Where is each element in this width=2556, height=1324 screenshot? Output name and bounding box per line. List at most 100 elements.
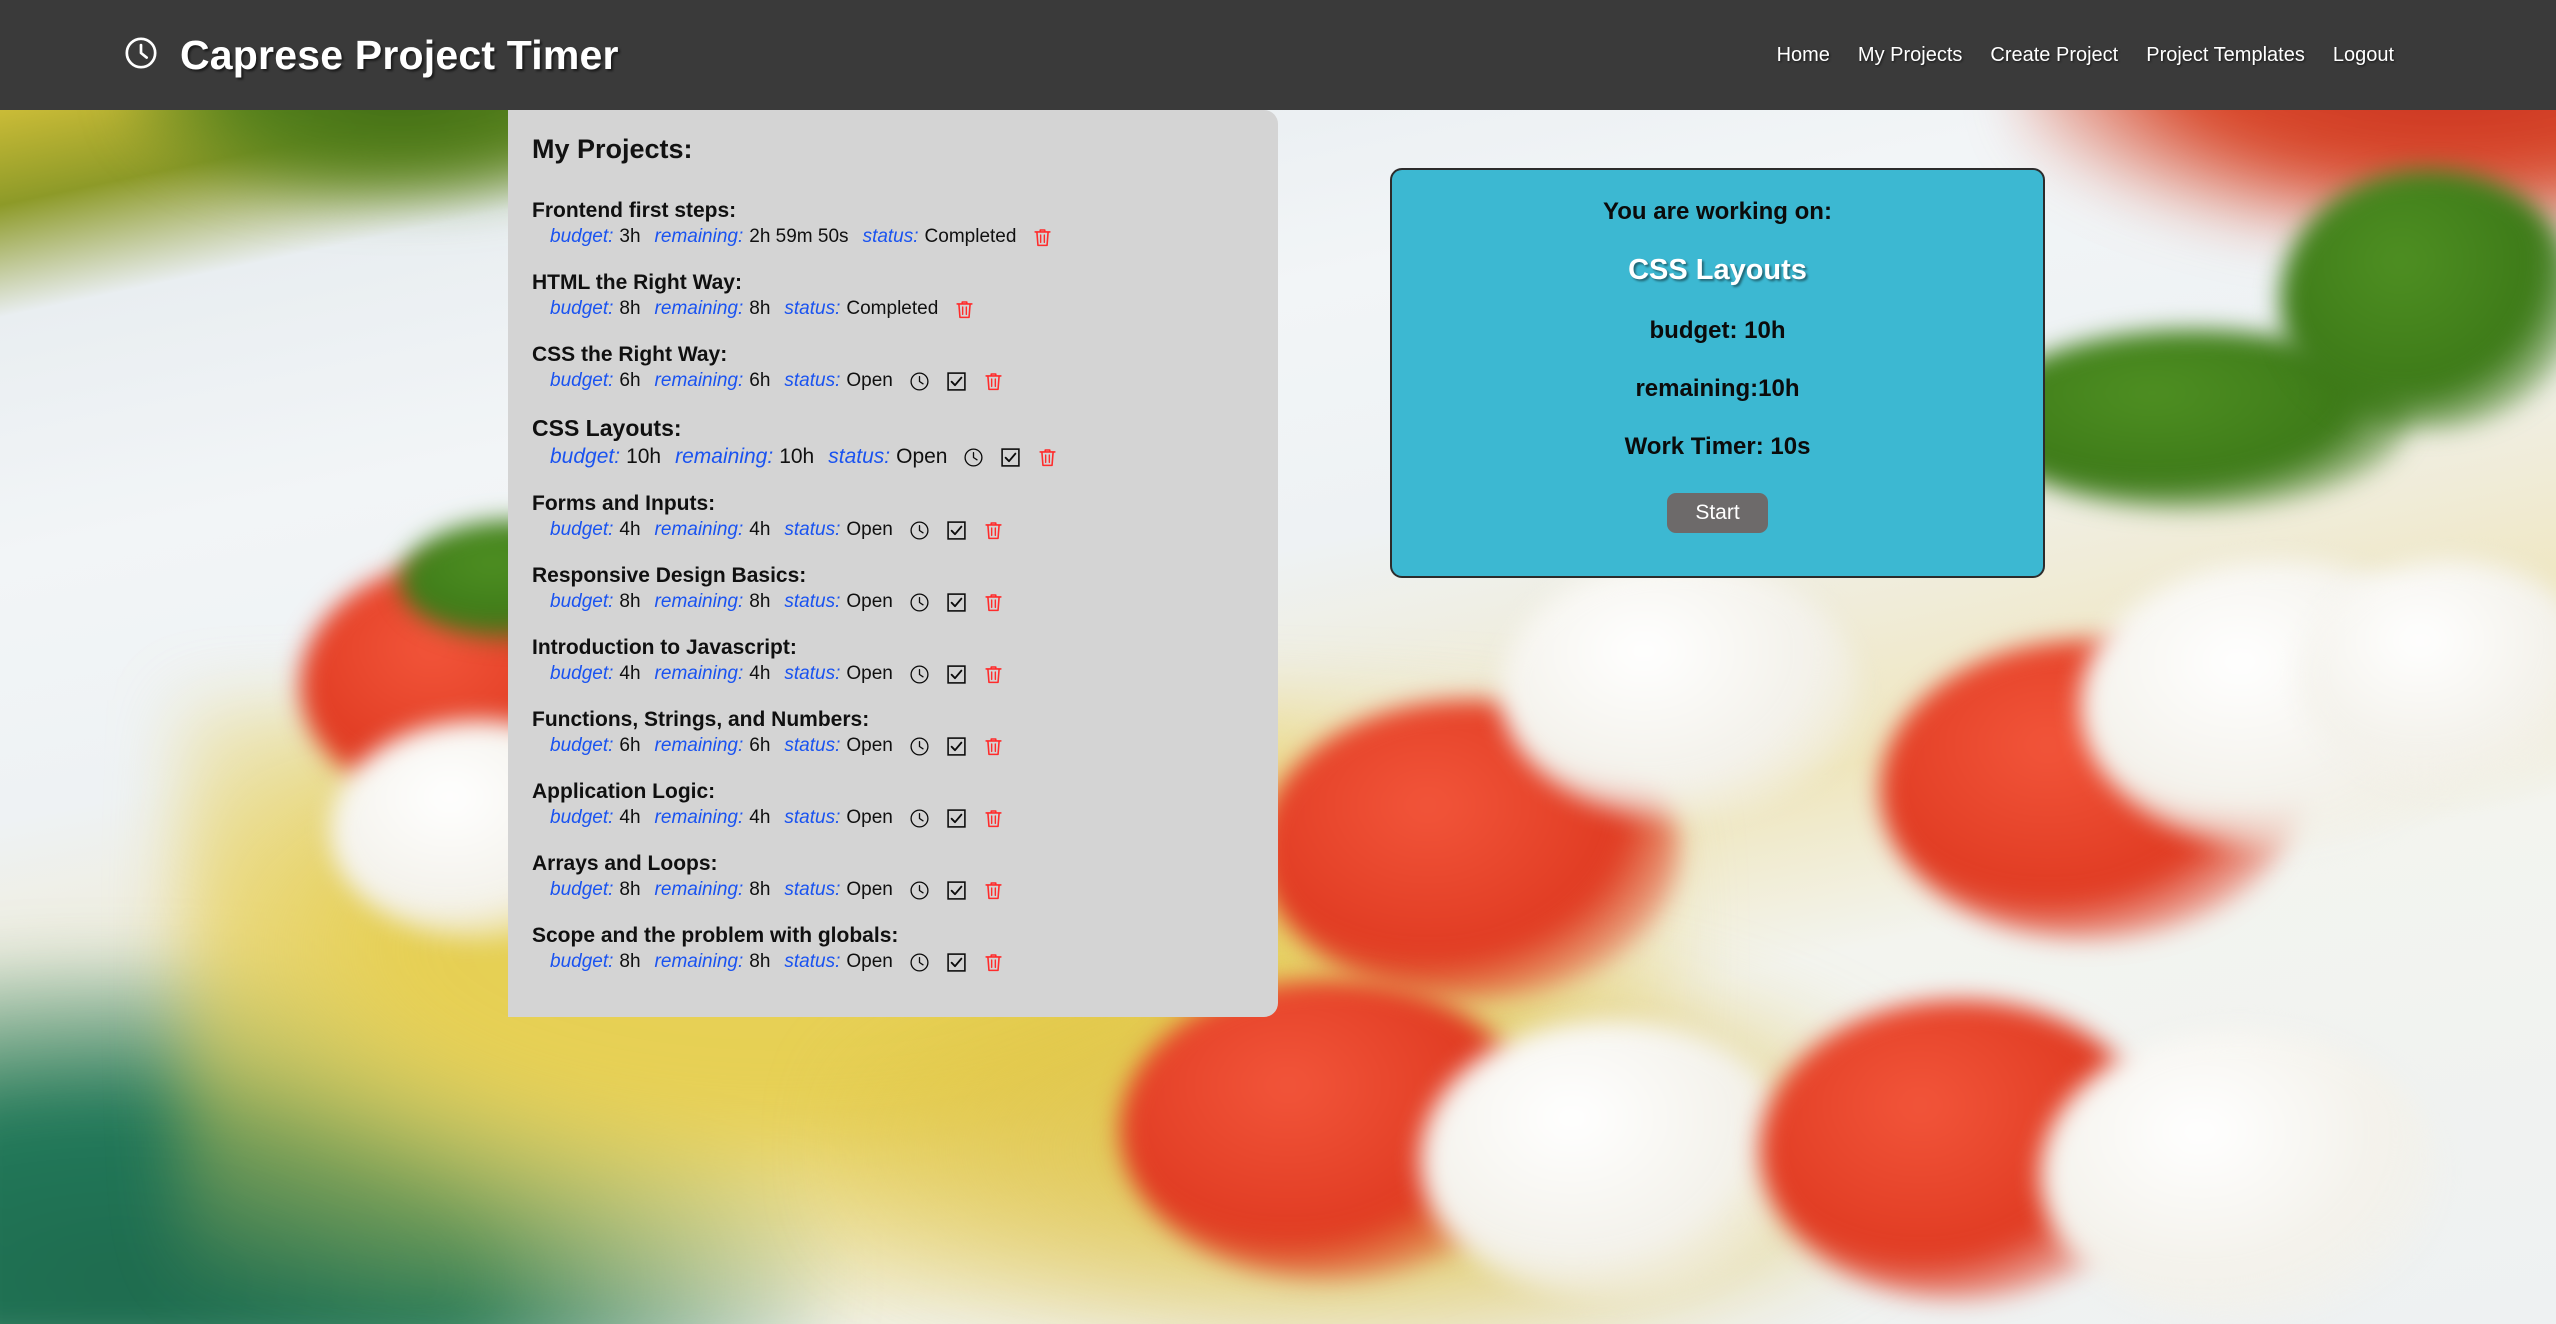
project-list-item[interactable]: Forms and Inputs: budget: 4h remaining: 4h st… xyxy=(532,492,1278,541)
top-navbar: Caprese Project Timer Home My Projects C… xyxy=(0,0,2556,110)
project-list-item[interactable]: Arrays and Loops: budget: 8h remaining: 8h st… xyxy=(532,852,1278,901)
nav-link-create-project[interactable]: Create Project xyxy=(1976,38,2132,73)
budget-label: budget: xyxy=(550,663,614,684)
remaining-label: remaining: xyxy=(654,519,744,540)
project-list-item[interactable]: Introduction to Javascript: budget: 4h rema… xyxy=(532,636,1278,685)
project-name: HTML the Right Way: xyxy=(532,271,742,294)
timer-icon[interactable] xyxy=(909,952,930,973)
nav-links: Home My Projects Create Project Project … xyxy=(1763,38,2408,73)
status-value: Open xyxy=(846,735,893,756)
complete-project-icon[interactable] xyxy=(946,592,967,613)
background-mozzarella-slice xyxy=(1500,560,1860,820)
project-meta: budget: 8h remaining: 8h status: Open xyxy=(550,879,1278,901)
delete-project-icon[interactable] xyxy=(954,299,975,320)
timer-icon[interactable] xyxy=(963,447,984,468)
project-name: CSS the Right Way: xyxy=(532,343,728,366)
delete-project-icon[interactable] xyxy=(983,664,1004,685)
start-timer-button[interactable]: Start xyxy=(1667,493,1768,533)
timer-icon[interactable] xyxy=(909,520,930,541)
background-mozzarella-slice xyxy=(2040,1030,2440,1320)
timer-icon[interactable] xyxy=(909,371,930,392)
status-value: Open xyxy=(846,663,893,684)
project-list-item[interactable]: Functions, Strings, and Numbers: budget: 6… xyxy=(532,708,1278,757)
budget-value: 4h xyxy=(619,807,641,828)
status-value: Open xyxy=(896,445,948,468)
timer-icon[interactable] xyxy=(909,664,930,685)
project-list-item[interactable]: CSS Layouts: budget: 10h remaining: 10h statu… xyxy=(532,415,1278,469)
remaining-value: 4h xyxy=(749,807,771,828)
project-name: Arrays and Loops: xyxy=(532,852,718,875)
remaining-value: 8h xyxy=(749,879,771,900)
nav-link-logout[interactable]: Logout xyxy=(2319,38,2408,73)
project-meta: budget: 4h remaining: 4h status: Open xyxy=(550,663,1278,685)
remaining-label: remaining: xyxy=(675,445,774,468)
status-value: Open xyxy=(846,807,893,828)
delete-project-icon[interactable] xyxy=(983,736,1004,757)
project-meta: budget: 8h remaining: 8h status: Completed xyxy=(550,298,1278,320)
nav-link-my-projects[interactable]: My Projects xyxy=(1844,38,1976,73)
project-row-actions xyxy=(909,880,1004,901)
working-on-panel: You are working on: CSS Layouts budget: … xyxy=(1390,168,2045,578)
timer-icon[interactable] xyxy=(909,880,930,901)
delete-project-icon[interactable] xyxy=(983,808,1004,829)
timer-icon[interactable] xyxy=(909,808,930,829)
complete-project-icon[interactable] xyxy=(946,808,967,829)
working-on-budget: budget: 10h xyxy=(1649,317,1786,344)
remaining-value: 6h xyxy=(749,735,771,756)
remaining-value: 10h xyxy=(779,445,815,468)
complete-project-icon[interactable] xyxy=(946,371,967,392)
complete-project-icon[interactable] xyxy=(946,520,967,541)
complete-project-icon[interactable] xyxy=(946,736,967,757)
working-on-project: CSS Layouts xyxy=(1628,254,1807,286)
remaining-label: remaining: xyxy=(654,879,744,900)
project-name: Application Logic: xyxy=(532,780,716,803)
budget-value: 8h xyxy=(619,951,641,972)
delete-project-icon[interactable] xyxy=(983,520,1004,541)
budget-value: 8h xyxy=(619,591,641,612)
working-on-heading: You are working on: xyxy=(1603,198,1832,225)
project-name: Responsive Design Basics: xyxy=(532,564,807,587)
project-list-item[interactable]: Responsive Design Basics: budget: 8h remain… xyxy=(532,564,1278,613)
project-list-item[interactable]: Frontend first steps: budget: 3h remaining:… xyxy=(532,199,1278,248)
remaining-value: 4h xyxy=(749,519,771,540)
project-list-item[interactable]: HTML the Right Way: budget: 8h remaining: 8h… xyxy=(532,271,1278,320)
timer-icon[interactable] xyxy=(909,592,930,613)
background-mozzarella-slice xyxy=(1420,1020,1800,1300)
project-row-actions xyxy=(909,808,1004,829)
project-meta: budget: 3h remaining: 2h 59m 50s status: Comp… xyxy=(550,226,1278,248)
status-label: status: xyxy=(784,663,841,684)
delete-project-icon[interactable] xyxy=(1037,447,1058,468)
budget-value: 6h xyxy=(619,370,641,391)
status-label: status: xyxy=(784,370,841,391)
nav-link-project-templates[interactable]: Project Templates xyxy=(2132,38,2319,73)
budget-label: budget: xyxy=(550,591,614,612)
status-label: status: xyxy=(784,951,841,972)
delete-project-icon[interactable] xyxy=(983,592,1004,613)
project-list-item[interactable]: Scope and the problem with globals: budge… xyxy=(532,924,1278,973)
project-list-item[interactable]: Application Logic: budget: 4h remaining: 4h s… xyxy=(532,780,1278,829)
complete-project-icon[interactable] xyxy=(946,664,967,685)
timer-icon[interactable] xyxy=(909,736,930,757)
nav-link-home[interactable]: Home xyxy=(1763,38,1844,73)
delete-project-icon[interactable] xyxy=(983,880,1004,901)
project-name: Functions, Strings, and Numbers: xyxy=(532,708,870,731)
status-label: status: xyxy=(862,226,919,247)
budget-value: 4h xyxy=(619,519,641,540)
budget-value: 8h xyxy=(619,298,641,319)
brand[interactable]: Caprese Project Timer xyxy=(124,32,619,79)
project-meta: budget: 8h remaining: 8h status: Open xyxy=(550,591,1278,613)
project-list-item[interactable]: CSS the Right Way: budget: 6h remaining: 6h s… xyxy=(532,343,1278,392)
project-name: Forms and Inputs: xyxy=(532,492,716,515)
complete-project-icon[interactable] xyxy=(946,880,967,901)
delete-project-icon[interactable] xyxy=(983,371,1004,392)
brand-title: Caprese Project Timer xyxy=(180,31,619,78)
delete-project-icon[interactable] xyxy=(1032,227,1053,248)
budget-value: 3h xyxy=(619,226,641,247)
project-name: Introduction to Javascript: xyxy=(532,636,797,659)
complete-project-icon[interactable] xyxy=(1000,447,1021,468)
project-row-actions xyxy=(909,520,1004,541)
status-label: status: xyxy=(784,735,841,756)
complete-project-icon[interactable] xyxy=(946,952,967,973)
delete-project-icon[interactable] xyxy=(983,952,1004,973)
remaining-label: remaining: xyxy=(654,735,744,756)
